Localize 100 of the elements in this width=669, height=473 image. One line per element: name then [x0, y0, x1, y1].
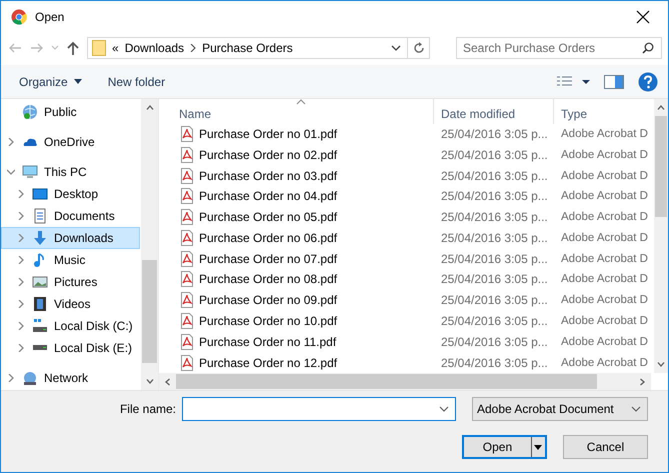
file-type-cell-text: Adobe Acrobat D [560, 273, 648, 286]
sidebar-item[interactable]: Local Disk (C:) [1, 315, 140, 337]
file-name[interactable]: Purchase Order no 04.pdf [199, 189, 338, 204]
file-type-cell-text: Adobe Acrobat D [560, 252, 648, 265]
sidebar-item[interactable]: Videos [1, 293, 140, 315]
monitor-icon [22, 164, 38, 180]
pdf-file-icon [179, 146, 195, 163]
scroll-down-icon[interactable] [146, 379, 154, 384]
sidebar-item[interactable]: Network [1, 367, 140, 389]
scroll-up-icon[interactable] [657, 105, 665, 110]
chevron-right-icon[interactable] [17, 190, 25, 198]
sidebar-item[interactable]: Public [1, 101, 140, 123]
caret-icon [534, 444, 542, 450]
chevron-down-icon[interactable] [439, 406, 449, 412]
file-type-dropdown[interactable]: Adobe Acrobat Document [472, 397, 648, 421]
column-header[interactable]: Name [172, 99, 434, 124]
monitor-icon [32, 186, 48, 202]
sidebar-item[interactable]: This PC [1, 161, 140, 183]
file-name[interactable]: Purchase Order no 11.pdf [199, 334, 336, 349]
refresh-icon[interactable] [412, 42, 424, 54]
search-field[interactable]: Search Purchase Orders [456, 36, 662, 58]
down-arrow-icon [32, 230, 48, 246]
file-type-cell-text: Adobe Acrobat D [560, 315, 648, 327]
help-icon[interactable] [638, 72, 658, 92]
date-modified-cell-text: 25/04/2016 3:05 p... [440, 293, 549, 308]
scroll-up-icon[interactable] [146, 105, 154, 110]
date-modified-cell-text: 25/04/2016 3:05 p... [440, 148, 549, 162]
date-modified-cell-text: 25/04/2016 3:05 p... [440, 314, 549, 328]
file-type-cell-text: Adobe Acrobat D [560, 294, 648, 306]
pdf-file-icon [179, 168, 195, 184]
date-modified-cell-text: 25/04/2016 3:05 p... [440, 272, 549, 286]
file-name-label: File name: [120, 402, 176, 416]
chevron-down-icon[interactable] [391, 44, 401, 52]
breadcrumb-overflow[interactable]: « [112, 40, 119, 54]
sidebar-item[interactable]: Documents [1, 205, 140, 227]
file-name[interactable]: Purchase Order no 05.pdf [199, 210, 338, 224]
chevron-right-icon[interactable] [17, 234, 25, 242]
pdf-file-icon [179, 313, 195, 329]
cancel-button[interactable]: Cancel [562, 435, 648, 459]
file-name[interactable]: Purchase Order no 12.pdf [199, 356, 338, 370]
preview-pane-icon[interactable] [604, 74, 624, 88]
up-arrow-icon[interactable] [65, 40, 81, 56]
breadcrumb-item[interactable]: Purchase Orders [202, 40, 293, 54]
file-name[interactable]: Purchase Order no 09.pdf [199, 293, 338, 308]
file-name[interactable]: Purchase Order no 07.pdf [199, 252, 338, 266]
breadcrumb-item[interactable]: Downloads [124, 40, 184, 54]
sidebar-item[interactable]: Local Disk (E:) [1, 337, 140, 359]
pdf-file-icon [179, 292, 195, 308]
scrollbar[interactable] [159, 373, 651, 390]
sidebar-item[interactable]: Music [1, 249, 140, 271]
date-modified-cell-text: 25/04/2016 3:05 p... [440, 127, 549, 142]
browser-logo-icon [11, 8, 27, 24]
file-type-cell-text: Adobe Acrobat D [560, 232, 648, 244]
chevron-right-icon[interactable] [7, 138, 15, 146]
scroll-left-icon[interactable] [165, 378, 170, 386]
file-name[interactable]: Purchase Order no 02.pdf [199, 148, 338, 162]
file-type-cell-text: Adobe Acrobat D [560, 128, 648, 140]
chevron-right-icon[interactable] [17, 300, 25, 308]
new-folder-button[interactable]: New folder [102, 72, 172, 92]
scrollbar[interactable] [654, 99, 668, 373]
view-options-icon[interactable] [556, 74, 590, 88]
chevron-right-icon[interactable] [17, 344, 25, 352]
sidebar-item[interactable]: OneDrive [1, 131, 140, 153]
chevron-right-icon[interactable] [17, 278, 25, 286]
chevron-right-icon [190, 44, 196, 52]
scroll-right-icon[interactable] [640, 378, 645, 386]
scroll-down-icon[interactable] [657, 362, 665, 367]
picture-icon [32, 274, 48, 290]
pdf-file-icon [179, 354, 195, 371]
sidebar-item[interactable]: Downloads [1, 227, 140, 249]
pdf-file-icon [179, 209, 195, 226]
drive-icon [32, 318, 48, 334]
file-type-cell-text: Adobe Acrobat D [560, 190, 648, 202]
file-name-field[interactable] [182, 397, 456, 421]
column-header[interactable]: Date modified [434, 99, 554, 124]
file-name[interactable]: Purchase Order no 03.pdf [199, 168, 338, 183]
pdf-file-icon [179, 271, 195, 288]
globe-icon [22, 370, 38, 386]
caret-icon [74, 79, 82, 84]
file-type-cell-text: Adobe Acrobat D [560, 170, 648, 182]
column-header[interactable]: Type [554, 99, 654, 124]
globe-icon [22, 104, 38, 120]
chevron-right-icon[interactable] [17, 322, 25, 330]
pdf-file-icon [179, 334, 195, 350]
chevron-right-icon[interactable] [17, 256, 25, 264]
sidebar-item[interactable]: Pictures [1, 271, 140, 293]
file-name[interactable]: Purchase Order no 01.pdf [199, 127, 338, 142]
sidebar-item[interactable]: Desktop [1, 183, 140, 205]
organize-button[interactable]: Organize [13, 72, 88, 92]
chevron-right-icon[interactable] [7, 374, 15, 382]
open-button[interactable]: Open [462, 435, 547, 459]
file-name[interactable]: Purchase Order no 08.pdf [199, 272, 338, 286]
chevron-right-icon[interactable] [17, 212, 25, 220]
address-bar[interactable]: « Downloads Purchase Orders [87, 36, 430, 58]
date-modified-cell-text: 25/04/2016 3:05 p... [440, 356, 549, 370]
file-type-cell-text: Adobe Acrobat D [560, 336, 648, 348]
scrollbar[interactable] [141, 99, 158, 390]
file-name[interactable]: Purchase Order no 06.pdf [199, 230, 338, 245]
file-name[interactable]: Purchase Order no 10.pdf [199, 314, 338, 328]
folder-icon [92, 40, 106, 56]
